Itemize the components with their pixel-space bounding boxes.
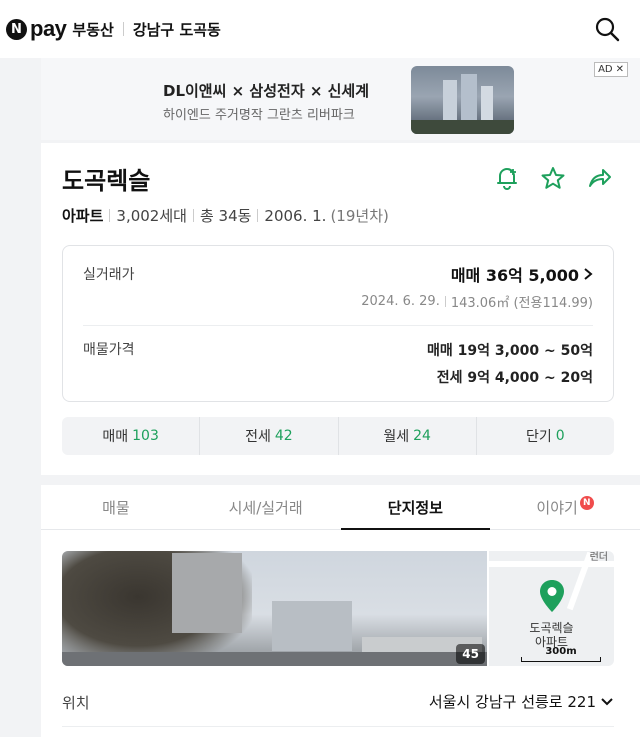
chevron-down-icon: [601, 697, 613, 705]
actual-price-link[interactable]: 매매 36억 5,000: [451, 262, 593, 286]
service-name[interactable]: 부동산: [72, 19, 113, 40]
ad-banner[interactable]: DL이앤씨 × 삼성전자 × 신세계 하이엔드 주거명작 그란츠 리버파크 AD…: [41, 58, 640, 140]
ad-badge[interactable]: AD ✕: [594, 62, 628, 77]
chevron-right-icon: [584, 268, 593, 280]
count-sale[interactable]: 매매 103: [62, 417, 201, 455]
map-scale: 300m: [521, 646, 601, 662]
listing-sale-range: 매매 19억 3,000 ~ 50억: [427, 343, 593, 359]
price-summary-box: 실거래가 매매 36억 5,000 2024. 6. 29. 143.06㎡ (…: [62, 245, 614, 402]
location-label: 위치: [62, 694, 90, 712]
notification-bell-icon[interactable]: [494, 165, 520, 191]
close-icon[interactable]: ✕: [616, 64, 624, 75]
actual-price-label: 실거래가: [83, 267, 135, 283]
pay-logo[interactable]: pay: [30, 16, 67, 42]
complex-summary-card: 도곡렉슬 아파트 3,002세대 총 34동 2006. 1. (19년차) 실…: [41, 143, 640, 475]
tab-stories[interactable]: 이야기 N: [490, 485, 640, 529]
tab-stories-label: 이야기: [536, 498, 578, 517]
action-buttons: [494, 165, 612, 191]
count-jeonse[interactable]: 전세 42: [200, 417, 339, 455]
complex-info-section: 매물 시세/실거래 단지정보 이야기 N 45 런더 도곡렉슬 아파트 300m…: [41, 485, 640, 737]
count-short-term[interactable]: 단기 0: [477, 417, 614, 455]
complex-photo[interactable]: 45: [62, 551, 487, 666]
actual-price-value: 매매 36억 5,000: [450, 266, 579, 285]
top-nav-bar: N pay 부동산 강남구 도곡동: [0, 0, 640, 58]
ad-image: [411, 66, 514, 134]
map-place-label: 런더: [589, 552, 608, 563]
listing-jeonse-range: 전세 9억 4,000 ~ 20억: [436, 370, 593, 386]
tab-complex-info[interactable]: 단지정보: [340, 485, 491, 530]
complex-meta: 아파트 3,002세대 총 34동 2006. 1. (19년차): [62, 205, 389, 226]
listing-price-label: 매물가격: [83, 342, 135, 358]
count-value: 0: [555, 428, 565, 444]
tab-listings[interactable]: 매물: [41, 485, 191, 529]
photo-count: 45: [456, 644, 485, 664]
naver-logo-icon[interactable]: N: [6, 18, 27, 40]
count-label: 단기: [526, 429, 552, 445]
property-type: 아파트: [62, 207, 104, 225]
tab-bar: 매물 시세/실거래 단지정보 이야기 N: [41, 485, 640, 530]
complex-name: 도곡렉슬: [62, 167, 151, 195]
ad-title: DL이앤씨 × 삼성전자 × 신세계: [163, 82, 370, 100]
meta-divider: [192, 209, 194, 222]
location-address: 서울시 강남구 선릉로 221: [428, 693, 596, 711]
count-value: 42: [274, 428, 293, 444]
trade-area: 143.06㎡ (전용114.99): [450, 296, 593, 311]
location-map[interactable]: 런더 도곡렉슬 아파트 300m: [489, 551, 614, 666]
detail-divider: [444, 296, 446, 307]
count-value: 24: [413, 428, 431, 444]
nav-divider: [122, 22, 124, 36]
star-icon[interactable]: [540, 165, 566, 191]
map-scale-label: 300m: [545, 646, 577, 657]
household-count: 3,002세대: [116, 207, 187, 225]
ad-label: AD: [598, 64, 613, 75]
divider: [83, 325, 593, 326]
count-label: 매매: [102, 429, 129, 445]
meta-divider: [257, 209, 259, 222]
count-value: 103: [132, 428, 159, 444]
share-icon[interactable]: [586, 165, 612, 191]
divider: [62, 726, 614, 727]
location-dropdown[interactable]: 서울시 강남구 선릉로 221: [429, 691, 614, 712]
tab-price-history[interactable]: 시세/실거래: [191, 485, 341, 529]
meta-divider: [109, 209, 111, 222]
new-badge: N: [579, 496, 594, 510]
ad-subtitle: 하이엔드 주거명작 그란츠 리버파크: [163, 108, 355, 123]
map-pin-icon: [540, 580, 564, 612]
count-monthly[interactable]: 월세 24: [339, 417, 477, 455]
building-age: (19년차): [330, 207, 389, 225]
listing-count-bar: 매매 103 전세 42 월세 24 단기 0: [62, 417, 614, 455]
actual-price-detail: 2024. 6. 29. 143.06㎡ (전용114.99): [361, 292, 593, 311]
count-label: 월세: [383, 429, 410, 445]
region-name[interactable]: 강남구 도곡동: [133, 19, 221, 40]
building-count: 총 34동: [199, 207, 252, 225]
count-label: 전세: [245, 429, 271, 445]
trade-date: 2024. 6. 29.: [361, 294, 440, 309]
completion-date: 2006. 1.: [264, 206, 327, 225]
search-icon[interactable]: [594, 16, 620, 42]
